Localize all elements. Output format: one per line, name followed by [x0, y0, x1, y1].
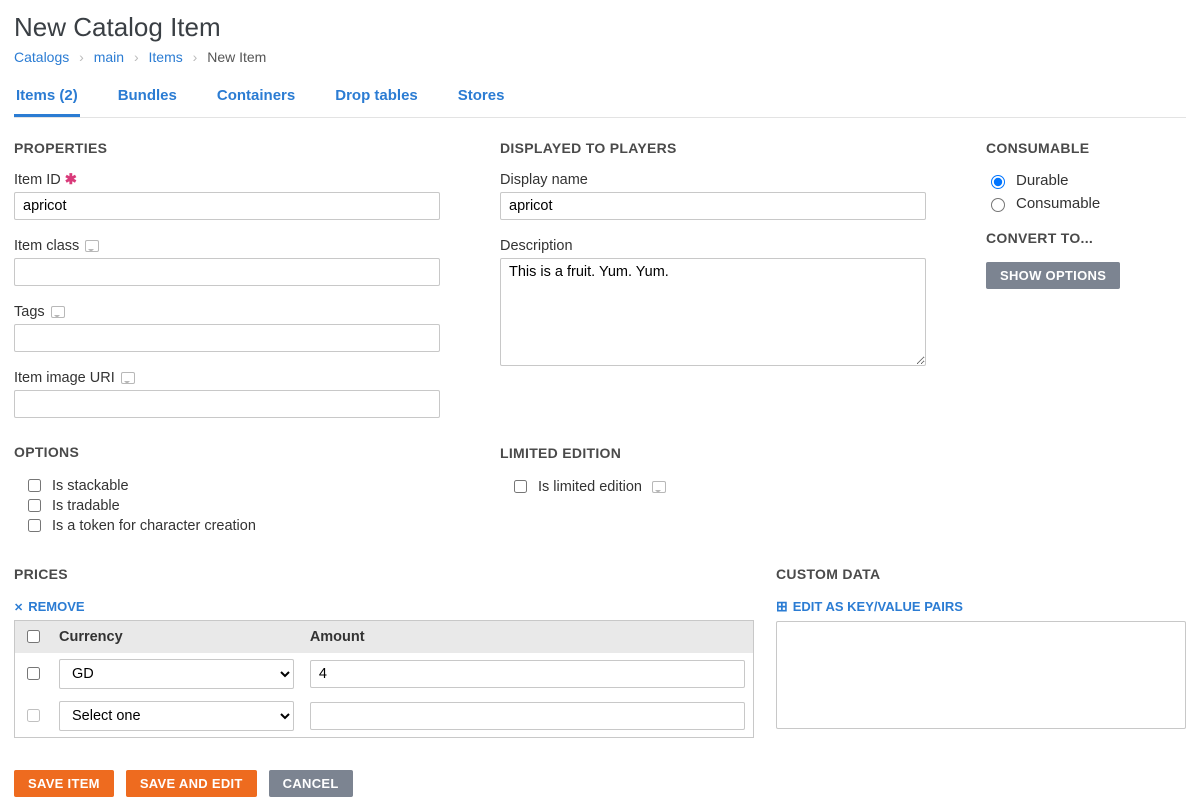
consumable-label: Consumable: [1016, 195, 1100, 212]
tab-drop-tables[interactable]: Drop tables: [333, 81, 420, 117]
edit-kv-link[interactable]: EDIT AS KEY/VALUE PAIRS: [776, 598, 963, 615]
breadcrumb: Catalogs main Items New Item: [14, 49, 1186, 65]
breadcrumb-items[interactable]: Items: [149, 49, 183, 65]
show-options-button[interactable]: SHOW OPTIONS: [986, 262, 1120, 289]
amount-input[interactable]: [310, 660, 745, 688]
tooltip-icon: [652, 481, 666, 493]
tab-containers[interactable]: Containers: [215, 81, 297, 117]
limited-label: Is limited edition: [538, 479, 642, 495]
convert-heading: CONVERT TO...: [986, 230, 1186, 246]
display-name-label: Display name: [500, 172, 588, 188]
tabs: Items (2) Bundles Containers Drop tables…: [14, 81, 1186, 118]
description-label: Description: [500, 238, 573, 254]
page-title: New Catalog Item: [14, 12, 1186, 43]
edit-kv-label: EDIT AS KEY/VALUE PAIRS: [793, 599, 963, 614]
token-checkbox[interactable]: [28, 519, 41, 532]
stackable-checkbox[interactable]: [28, 479, 41, 492]
breadcrumb-main[interactable]: main: [94, 49, 124, 65]
amount-header: Amount: [302, 621, 754, 654]
prices-heading: PRICES: [14, 566, 754, 582]
custom-data-heading: CUSTOM DATA: [776, 566, 1186, 582]
required-icon: ✱: [65, 172, 77, 188]
prices-table: Currency Amount GD Select one: [14, 620, 754, 738]
displayed-heading: DISPLAYED TO PLAYERS: [500, 140, 926, 156]
item-class-label: Item class: [14, 238, 79, 254]
save-item-button[interactable]: SAVE ITEM: [14, 770, 114, 797]
chevron-right-icon: [193, 49, 198, 65]
options-heading: OPTIONS: [14, 444, 440, 460]
durable-radio[interactable]: [991, 175, 1005, 189]
item-id-label: Item ID: [14, 172, 61, 188]
price-row: GD: [15, 653, 754, 695]
currency-select[interactable]: GD: [59, 659, 294, 689]
limited-checkbox[interactable]: [514, 480, 527, 493]
image-uri-label: Item image URI: [14, 370, 115, 386]
tooltip-icon: [121, 372, 135, 384]
consumable-radio[interactable]: [991, 198, 1005, 212]
durable-label: Durable: [1016, 172, 1069, 189]
tab-stores[interactable]: Stores: [456, 81, 507, 117]
description-textarea[interactable]: [500, 258, 926, 366]
tradable-checkbox[interactable]: [28, 499, 41, 512]
currency-header: Currency: [51, 621, 302, 654]
stackable-label: Is stackable: [52, 478, 129, 494]
remove-price-label: REMOVE: [28, 599, 84, 614]
tooltip-icon: [51, 306, 65, 318]
image-uri-input[interactable]: [14, 390, 440, 418]
save-and-edit-button[interactable]: SAVE AND EDIT: [126, 770, 257, 797]
remove-price-link[interactable]: REMOVE: [14, 599, 85, 614]
properties-heading: PROPERTIES: [14, 140, 440, 156]
item-class-input[interactable]: [14, 258, 440, 286]
breadcrumb-current: New Item: [207, 49, 266, 65]
tab-items[interactable]: Items (2): [14, 81, 80, 117]
grid-icon: [776, 598, 788, 615]
amount-input[interactable]: [310, 702, 745, 730]
row-checkbox[interactable]: [27, 667, 40, 680]
chevron-right-icon: [134, 49, 139, 65]
close-icon: [14, 599, 23, 614]
display-name-input[interactable]: [500, 192, 926, 220]
tab-bundles[interactable]: Bundles: [116, 81, 179, 117]
item-id-input[interactable]: [14, 192, 440, 220]
consumable-heading: CONSUMABLE: [986, 140, 1186, 156]
token-label: Is a token for character creation: [52, 518, 256, 534]
row-checkbox[interactable]: [27, 709, 40, 722]
cancel-button[interactable]: CANCEL: [269, 770, 353, 797]
tooltip-icon: [85, 240, 99, 252]
currency-select[interactable]: Select one: [59, 701, 294, 731]
select-all-checkbox[interactable]: [27, 630, 40, 643]
tags-input[interactable]: [14, 324, 440, 352]
custom-data-area[interactable]: [776, 621, 1186, 729]
price-row: Select one: [15, 695, 754, 738]
tradable-label: Is tradable: [52, 498, 120, 514]
tags-label: Tags: [14, 304, 45, 320]
limited-heading: LIMITED EDITION: [500, 445, 926, 461]
chevron-right-icon: [79, 49, 84, 65]
breadcrumb-catalogs[interactable]: Catalogs: [14, 49, 69, 65]
